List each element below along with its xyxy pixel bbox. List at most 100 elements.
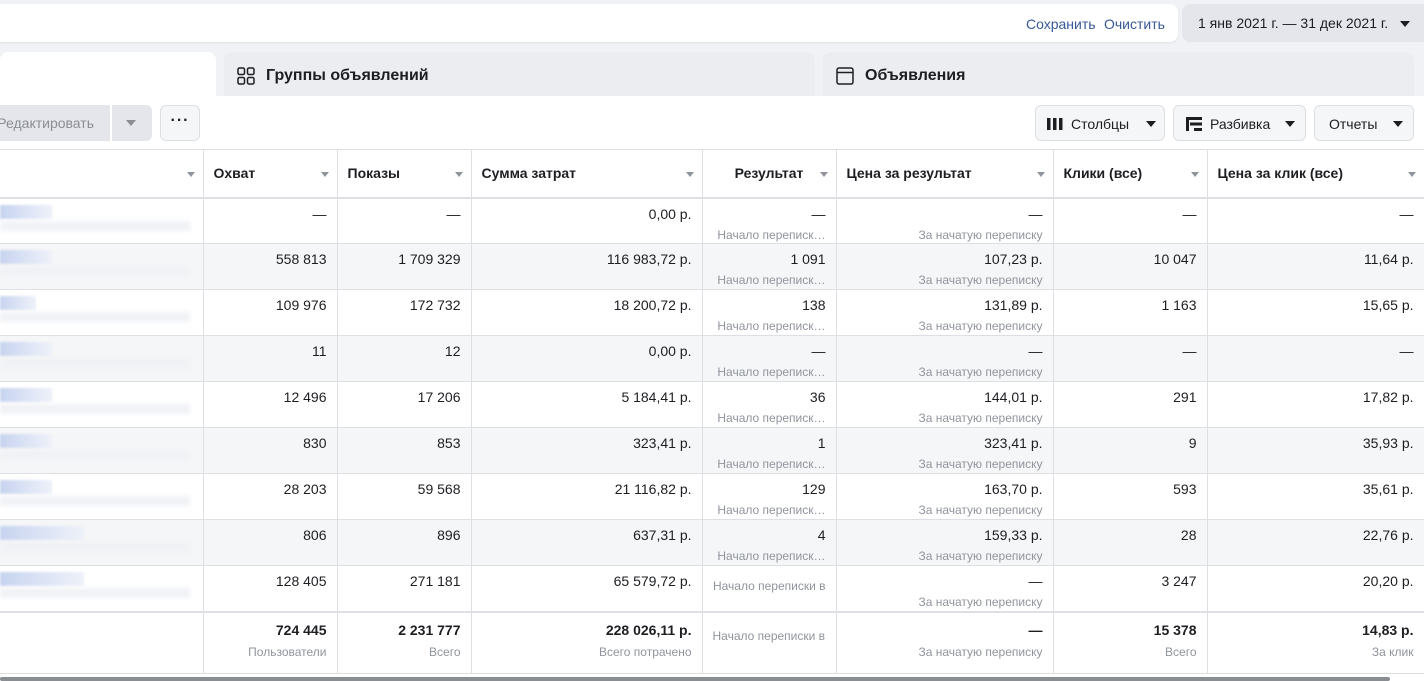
row-name-cell[interactable] bbox=[0, 519, 204, 566]
row-name-cell[interactable] bbox=[0, 197, 204, 244]
sort-icon bbox=[186, 172, 195, 177]
cell-reach: 11 bbox=[203, 335, 338, 382]
cell-impressions: 853 bbox=[337, 427, 472, 474]
tab-adsets-label: Группы объявлений bbox=[266, 67, 429, 84]
cell-reach: 558 813 bbox=[203, 243, 338, 290]
table-row[interactable]: — —0,00 р. — Начало переписк… — За начатую пе… bbox=[0, 197, 1424, 244]
more-options-button[interactable]: ··· bbox=[160, 105, 200, 141]
column-header-clicks[interactable]: Клики (все) bbox=[1053, 149, 1208, 199]
redacted-name bbox=[0, 220, 190, 231]
cell-impressions: — bbox=[337, 197, 472, 244]
cell-result: 4 Начало переписк… bbox=[702, 519, 837, 566]
redacted-name bbox=[0, 312, 190, 322]
tab-ads[interactable]: Объявления bbox=[823, 52, 1414, 98]
cell-result: — Начало переписк… bbox=[702, 197, 837, 244]
edit-button-label: Редактировать bbox=[0, 115, 94, 131]
cell-cost-per-result: 131,89 р. За начатую переписку bbox=[836, 289, 1054, 336]
result-type: Начало переписк… bbox=[717, 273, 826, 287]
sort-icon bbox=[1036, 172, 1045, 177]
total-clicks: 15 378 Всего bbox=[1053, 610, 1208, 674]
breakdown-button[interactable]: Разбивка bbox=[1173, 105, 1306, 141]
columns-button[interactable]: Столбцы bbox=[1035, 105, 1165, 141]
cell-cpc: 35,61 р. bbox=[1207, 473, 1424, 520]
cell-clicks: 1 163 bbox=[1053, 289, 1208, 336]
cost-per-result-type: За начатую переписку bbox=[918, 595, 1043, 609]
table-row[interactable]: 28 203 59 568 21 116,82 р. 129 Начало перепи… bbox=[0, 473, 1424, 520]
redacted-name bbox=[0, 204, 52, 219]
column-header-cost-per-result[interactable]: Цена за результат bbox=[836, 149, 1054, 199]
row-name-cell[interactable] bbox=[0, 243, 204, 290]
redacted-name bbox=[0, 266, 190, 276]
row-name-cell[interactable] bbox=[0, 289, 204, 336]
redacted-name bbox=[0, 358, 190, 368]
result-type: Начало переписк… bbox=[717, 457, 826, 471]
filter-bar: Сохранить Очистить bbox=[0, 4, 1178, 42]
cell-cost-per-result: 159,33 р. За начатую переписку bbox=[836, 519, 1054, 566]
cell-cost-per-result: — За начатую переписку bbox=[836, 335, 1054, 382]
cell-impressions: 17 206 bbox=[337, 381, 472, 428]
total-reach: 724 445 Пользователи bbox=[203, 610, 338, 674]
cost-per-result-type: За начатую переписку bbox=[918, 273, 1043, 287]
date-range-picker[interactable]: 1 янв 2021 г. — 31 дек 2021 г. bbox=[1182, 4, 1424, 42]
table-row[interactable]: 806 896 637,31 р. 4 Начало переписк… 159,33 р… bbox=[0, 519, 1424, 566]
columns-icon bbox=[1047, 118, 1063, 130]
total-spend: 228 026,11 р. Всего потрачено bbox=[471, 610, 703, 674]
result-type: Начало переписк… bbox=[717, 503, 826, 517]
result-type: Начало переписки в bbox=[712, 579, 826, 593]
reports-label: Отчеты bbox=[1329, 116, 1378, 132]
totals-name-cell bbox=[0, 610, 204, 674]
cell-cost-per-result: 323,41 р. За начатую переписку bbox=[836, 427, 1054, 474]
cell-spend: 65 579,72 р. bbox=[471, 565, 703, 612]
chevron-down-icon bbox=[126, 120, 136, 126]
cell-cost-per-result: 163,70 р. За начатую переписку bbox=[836, 473, 1054, 520]
cell-reach: 806 bbox=[203, 519, 338, 566]
cell-result: 36 Начало переписк… bbox=[702, 381, 837, 428]
table-row[interactable]: 830 853 323,41 р. 1 Начало переписк… 323,41 р… bbox=[0, 427, 1424, 474]
redacted-name bbox=[0, 296, 36, 310]
row-name-cell[interactable] bbox=[0, 565, 204, 612]
cell-cost-per-result: 107,23 р. За начатую переписку bbox=[836, 243, 1054, 290]
total-cost-per-result: — За начатую переписку bbox=[836, 610, 1054, 674]
clear-filter-link[interactable]: Очистить bbox=[1104, 16, 1165, 32]
chevron-down-icon bbox=[1285, 121, 1295, 127]
column-header-reach[interactable]: Охват bbox=[203, 149, 338, 199]
cell-cost-per-result: 144,01 р. За начатую переписку bbox=[836, 381, 1054, 428]
result-type: Начало переписк… bbox=[717, 549, 826, 563]
cell-result: 138 Начало переписк… bbox=[702, 289, 837, 336]
save-filter-link[interactable]: Сохранить bbox=[1026, 16, 1096, 32]
table-row[interactable]: 12 496 17 206 5 184,41 р. 36 Начало переписк… bbox=[0, 381, 1424, 428]
cell-clicks: 9 bbox=[1053, 427, 1208, 474]
tab-adsets[interactable]: Группы объявлений bbox=[224, 52, 815, 98]
row-name-cell[interactable] bbox=[0, 335, 204, 382]
total-result: Начало переписки в г bbox=[702, 610, 837, 674]
edit-button[interactable]: Редактировать bbox=[0, 105, 110, 141]
table-row[interactable]: 558 813 1 709 329 116 983,72 р. 1 091 Начало… bbox=[0, 243, 1424, 290]
column-header-result[interactable]: Результат bbox=[702, 149, 837, 199]
cell-reach: 28 203 bbox=[203, 473, 338, 520]
cell-clicks: 28 bbox=[1053, 519, 1208, 566]
redacted-name bbox=[0, 588, 190, 598]
cell-impressions: 172 732 bbox=[337, 289, 472, 336]
table-row[interactable]: 128 405 271 181 65 579,72 р. Начало перепис… bbox=[0, 565, 1424, 612]
edit-dropdown-button[interactable] bbox=[112, 105, 152, 141]
tab-campaigns[interactable] bbox=[0, 52, 216, 98]
cell-clicks: 3 247 bbox=[1053, 565, 1208, 612]
cell-spend: 116 983,72 р. bbox=[471, 243, 703, 290]
column-header-cpc[interactable]: Цена за клик (все) bbox=[1207, 149, 1424, 199]
row-name-cell[interactable] bbox=[0, 473, 204, 520]
row-name-cell[interactable] bbox=[0, 381, 204, 428]
reports-button[interactable]: Отчеты bbox=[1314, 105, 1414, 141]
table-row[interactable]: 11 12 0,00 р. — Начало переписк… — За начатую … bbox=[0, 335, 1424, 382]
name-column-header[interactable] bbox=[0, 149, 204, 199]
cell-clicks: — bbox=[1053, 197, 1208, 244]
column-header-impressions[interactable]: Показы bbox=[337, 149, 472, 199]
cell-clicks: — bbox=[1053, 335, 1208, 382]
row-name-cell[interactable] bbox=[0, 427, 204, 474]
chevron-down-icon bbox=[1400, 21, 1410, 27]
redacted-name bbox=[0, 404, 190, 414]
column-header-spend[interactable]: Сумма затрат bbox=[471, 149, 703, 199]
table-row[interactable]: 109 976 172 732 18 200,72 р. 138 Начало пере… bbox=[0, 289, 1424, 336]
cost-per-result-type: За начатую переписку bbox=[918, 411, 1043, 425]
horizontal-scrollbar[interactable] bbox=[0, 677, 1390, 681]
cell-impressions: 1 709 329 bbox=[337, 243, 472, 290]
